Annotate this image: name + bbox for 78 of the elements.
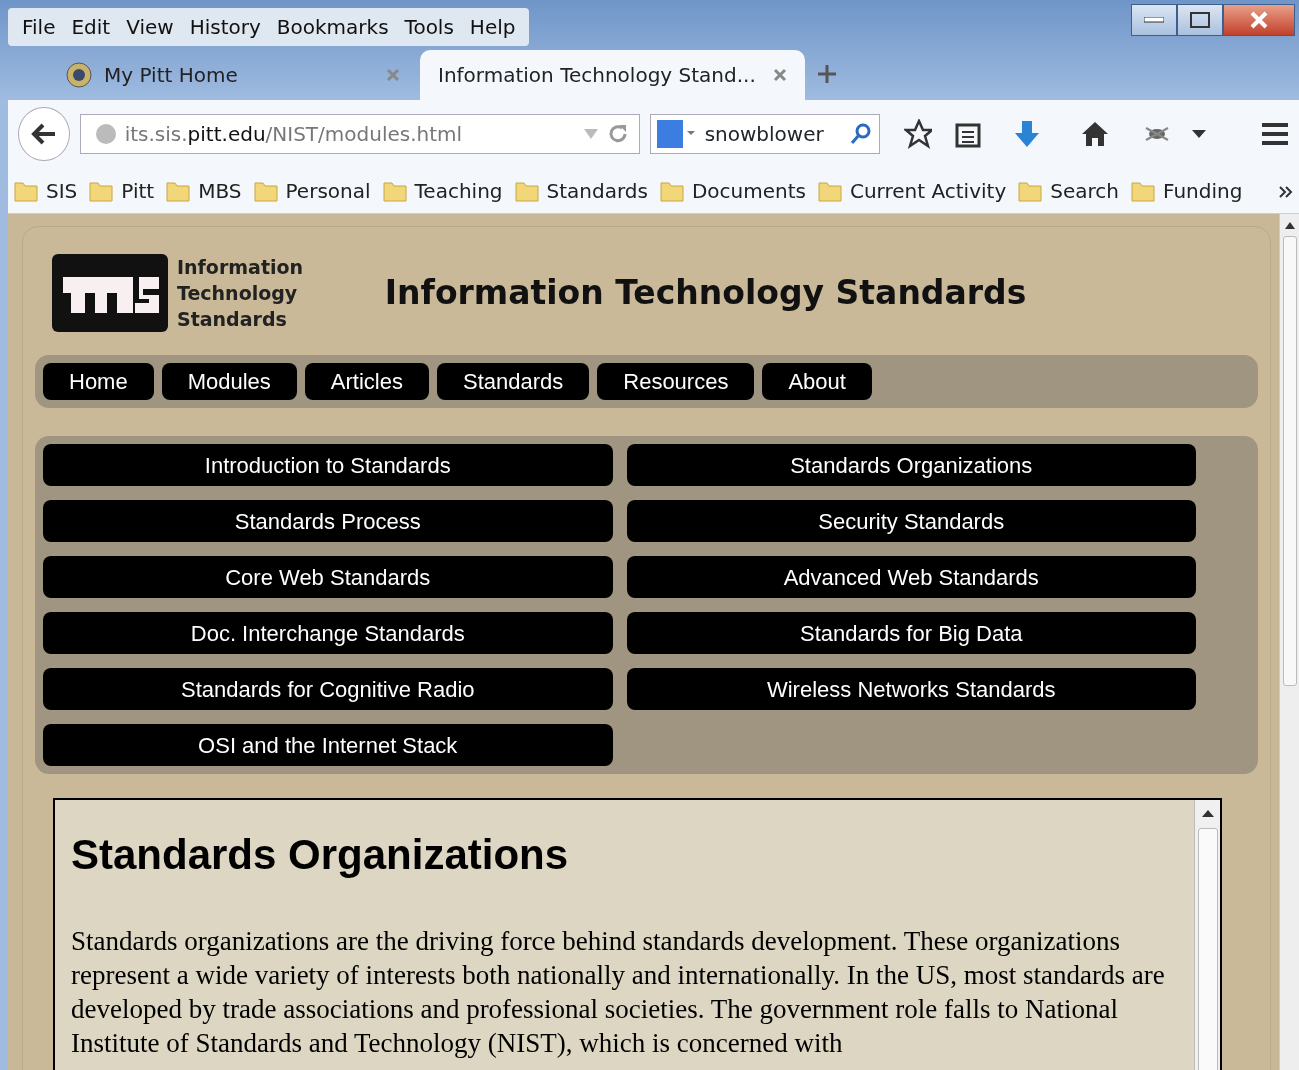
search-field[interactable]: snowblower <box>649 114 880 154</box>
browser-tab[interactable]: Information Technology Stand... <box>420 50 805 100</box>
site-title: Information Technology Standards <box>383 272 1028 315</box>
folder-icon <box>14 179 38 202</box>
nav-link[interactable]: Home <box>43 363 154 400</box>
close-tab-icon[interactable] <box>773 68 787 82</box>
url-text: its.sis.pitt.edu/NIST/modules.html <box>124 121 464 148</box>
logo-text: Standards <box>177 307 288 332</box>
scroll-up-icon[interactable] <box>1200 808 1215 818</box>
module-link[interactable]: Core Web Standards <box>43 556 613 598</box>
seal-icon <box>66 62 92 88</box>
globe-icon <box>94 123 117 145</box>
logo-text: Information <box>177 255 304 280</box>
search-text: snowblower <box>704 121 825 148</box>
bookmark-folder[interactable]: Funding <box>1130 175 1243 206</box>
menu-item[interactable]: Edit <box>65 12 117 42</box>
bookmark-folder[interactable]: Current Activity <box>817 175 1007 206</box>
download-icon[interactable] <box>1013 119 1040 149</box>
back-arrow-icon <box>30 123 57 145</box>
search-icon[interactable] <box>848 122 873 146</box>
module-link[interactable]: Standards for Big Data <box>626 612 1196 654</box>
bookmark-folder[interactable]: Teaching <box>382 175 503 206</box>
folder-icon <box>89 179 114 202</box>
close-button[interactable] <box>1223 4 1295 36</box>
module-link[interactable]: Introduction to Standards <box>43 444 613 486</box>
menu-item[interactable]: Tools <box>398 12 460 42</box>
scrollbar[interactable] <box>1279 214 1299 1070</box>
scrollbar[interactable] <box>1194 800 1220 1070</box>
nav-link[interactable]: Resources <box>597 363 755 400</box>
folder-icon <box>382 179 407 202</box>
menu-item[interactable]: Bookmarks <box>270 12 395 42</box>
menu-icon[interactable] <box>1260 122 1289 146</box>
bookmark-folder[interactable]: SIS <box>14 175 78 206</box>
its-logo-icon <box>51 253 169 333</box>
nav-link[interactable]: Modules <box>161 363 297 400</box>
maximize-icon <box>1190 12 1210 28</box>
nav-link[interactable]: About <box>762 363 872 400</box>
minimize-button[interactable] <box>1131 4 1177 36</box>
module-link[interactable]: OSI and the Internet Stack <box>43 724 613 766</box>
module-link[interactable]: Doc. Interchange Standards <box>43 612 613 654</box>
scroll-up-icon[interactable] <box>1283 220 1296 230</box>
bookmark-folder[interactable]: Standards <box>514 175 648 206</box>
menu-item[interactable]: View <box>120 12 180 42</box>
module-link[interactable]: Standards Process <box>43 500 613 542</box>
module-link[interactable]: Security Standards <box>626 500 1196 542</box>
module-link[interactable]: Standards Organizations <box>626 444 1196 486</box>
folder-icon <box>166 179 191 202</box>
maximize-button[interactable] <box>1177 4 1223 36</box>
bookmark-folder[interactable]: Documents <box>659 175 806 206</box>
folder-icon <box>253 179 278 202</box>
menu-item[interactable]: Help <box>463 12 522 42</box>
minimize-icon <box>1144 17 1164 23</box>
module-link[interactable]: Wireless Networks Standards <box>626 668 1196 710</box>
bookmark-folder[interactable]: Pitt <box>89 175 155 206</box>
folder-icon <box>1130 179 1155 202</box>
star-icon[interactable] <box>903 119 933 149</box>
menu-item[interactable]: History <box>183 12 267 42</box>
bookmark-folder[interactable]: Personal <box>253 175 371 206</box>
address-field[interactable]: its.sis.pitt.edu/NIST/modules.html <box>79 114 640 154</box>
nav-link[interactable]: Standards <box>436 363 590 400</box>
browser-tab[interactable]: My Pitt Home <box>48 50 418 100</box>
folder-icon <box>514 179 539 202</box>
module-link[interactable]: Advanced Web Standards <box>626 556 1196 598</box>
article-paragraph: Standards organizations are the driving force behind standards development. These organizations represent a wide variety of interests both nationally and internationally. In the US, most standards are developed by trade associations and professional societies. The government role falls to National Institute of Standards and Technology (NIST), which is concerned with <box>71 925 1166 1061</box>
nav-link[interactable]: Articles <box>304 363 429 400</box>
bookmark-folder[interactable]: MBS <box>166 175 242 206</box>
module-link[interactable]: Standards for Cognitive Radio <box>43 668 613 710</box>
bookmark-folder[interactable]: Search <box>1018 175 1119 206</box>
new-tab-icon[interactable] <box>817 64 837 84</box>
menu-item[interactable]: File <box>16 12 62 42</box>
logo-text: Technology <box>177 281 299 306</box>
folder-icon <box>817 179 842 202</box>
article-heading: Standards Organizations <box>71 830 570 880</box>
dropdown-icon[interactable] <box>1191 129 1207 139</box>
close-icon <box>1250 11 1268 29</box>
folder-icon <box>1018 179 1043 202</box>
back-button[interactable] <box>18 107 70 161</box>
folder-icon <box>659 179 684 202</box>
